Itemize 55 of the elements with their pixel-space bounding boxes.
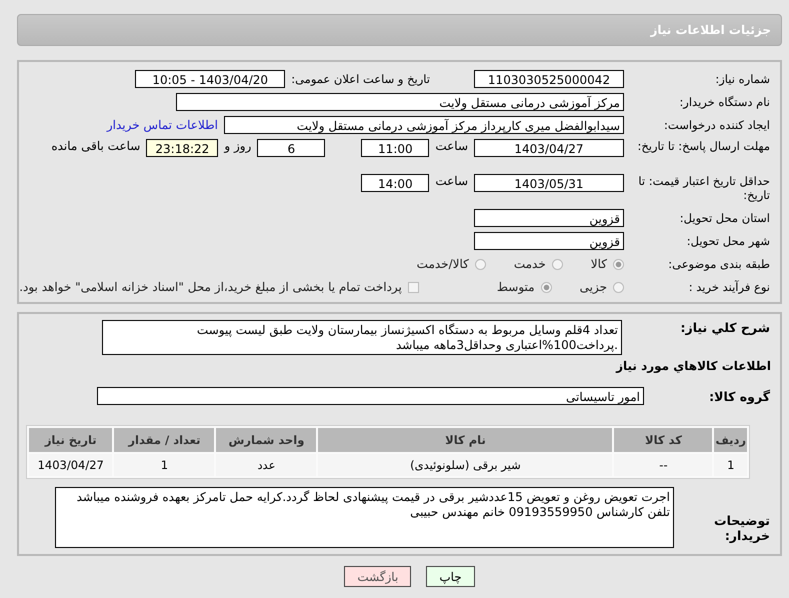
back-button[interactable]: بازگشت bbox=[344, 566, 412, 587]
requester-field: سیدابوالفضل میری کارپرداز مرکز آموزشی درمانی مستقل ولایت bbox=[224, 116, 624, 134]
table-cell: 1403/04/27 bbox=[29, 454, 112, 476]
field-label: تاریخ و ساعت اعلان عمومی: bbox=[291, 72, 430, 86]
field-label: نوع فرآیند خرید : bbox=[688, 280, 771, 294]
province-field: قزوین bbox=[474, 209, 624, 227]
field-label: حداقل تاریخ اعتبار قیمت: تا تاریخ: bbox=[637, 174, 771, 202]
field-label: طبقه بندی موضوعی: bbox=[667, 257, 771, 271]
process-radio[interactable]: جزیی bbox=[580, 280, 624, 294]
category-radio[interactable]: خدمت bbox=[514, 257, 563, 271]
description-box: تعداد 4قلم وسایل مربوط به دستگاه اکسیژنساز بیمارستان ولایت طبق لیست پیوست .پرداخت100%اعتباری وحداقل3ماهه میباشد bbox=[102, 320, 622, 355]
payment-checkbox[interactable]: پرداخت تمام یا بخشی از مبلغ خرید،از محل "اسناد خزانه اسلامی" خواهد بود. bbox=[19, 280, 419, 294]
table-cell: شیر برقی (سلونوئیدی) bbox=[318, 454, 612, 476]
remaining-time-field: 23:18:22 bbox=[146, 139, 218, 157]
category-radio[interactable]: کالا bbox=[590, 257, 624, 271]
table-cell: عدد bbox=[216, 454, 316, 476]
column-header: واحد شمارش bbox=[216, 428, 316, 452]
validity-time-field: 14:00 bbox=[361, 174, 430, 192]
field-label: گروه کالا: bbox=[708, 388, 771, 404]
field-label: شماره نیاز: bbox=[714, 72, 771, 86]
buyer-contact-link[interactable]: اطلاعات تماس خریدار bbox=[106, 118, 218, 132]
need-number-field: 1103030525000042 bbox=[474, 70, 624, 88]
field-label: استان محل تحویل: bbox=[678, 211, 771, 225]
column-header: نام کالا bbox=[318, 428, 612, 452]
buyer-notes-box: اجرت تعویض روغن و تعویض 15عددشیر برقی در قیمت پیشنهادی لحاظ گردد.کرایه حمل تامرکز بعهده فروشنده میباشد تلفن کارشناس 09193559950 خانم مهندس حبیبی bbox=[55, 487, 674, 548]
field-label: شرح کلي نیاز: bbox=[680, 320, 771, 335]
field-label: ساعت bbox=[435, 174, 468, 188]
goods-group-field: امور تاسیساتی bbox=[97, 387, 644, 405]
days-field: 6 bbox=[257, 139, 326, 157]
deadline-date-field: 1403/04/27 bbox=[474, 139, 624, 157]
print-button[interactable]: چاپ bbox=[426, 566, 475, 587]
field-label: ساعت bbox=[435, 139, 468, 153]
field-label: ساعت باقی مانده bbox=[51, 139, 140, 153]
field-label: شهر محل تحویل: bbox=[686, 234, 771, 248]
field-label: ایجاد کننده درخواست: bbox=[663, 118, 771, 132]
table-cell: 1 bbox=[714, 454, 747, 476]
city-field: قزوین bbox=[474, 232, 624, 250]
field-label: مهلت ارسال پاسخ: تا تاریخ: bbox=[636, 139, 771, 153]
buyer-org-field: مرکز آموزشی درمانی مستقل ولایت bbox=[176, 93, 624, 111]
announce-date-field: 1403/04/20 - 10:05 bbox=[135, 70, 286, 88]
column-header: تاریخ نیاز bbox=[29, 428, 112, 452]
page-title: جزئیات اطلاعات نیاز bbox=[650, 23, 771, 37]
column-header: تعداد / مقدار bbox=[114, 428, 214, 452]
table-cell: -- bbox=[614, 454, 712, 476]
validity-date-field: 1403/05/31 bbox=[474, 174, 624, 192]
column-header: ردیف bbox=[714, 428, 747, 452]
column-header: کد کالا bbox=[614, 428, 712, 452]
process-radio[interactable]: متوسط bbox=[496, 280, 552, 294]
field-label: روز و bbox=[224, 139, 252, 153]
table-cell: 1 bbox=[114, 454, 214, 476]
field-label: توضیحات خریدار: bbox=[713, 513, 771, 543]
field-label: نام دستگاه خریدار: bbox=[678, 95, 771, 109]
deadline-time-field: 11:00 bbox=[361, 139, 430, 157]
section-title: اطلاعات کالاهاي مورد نیاز bbox=[614, 359, 772, 373]
category-radio[interactable]: کالا/خدمت bbox=[416, 257, 486, 271]
